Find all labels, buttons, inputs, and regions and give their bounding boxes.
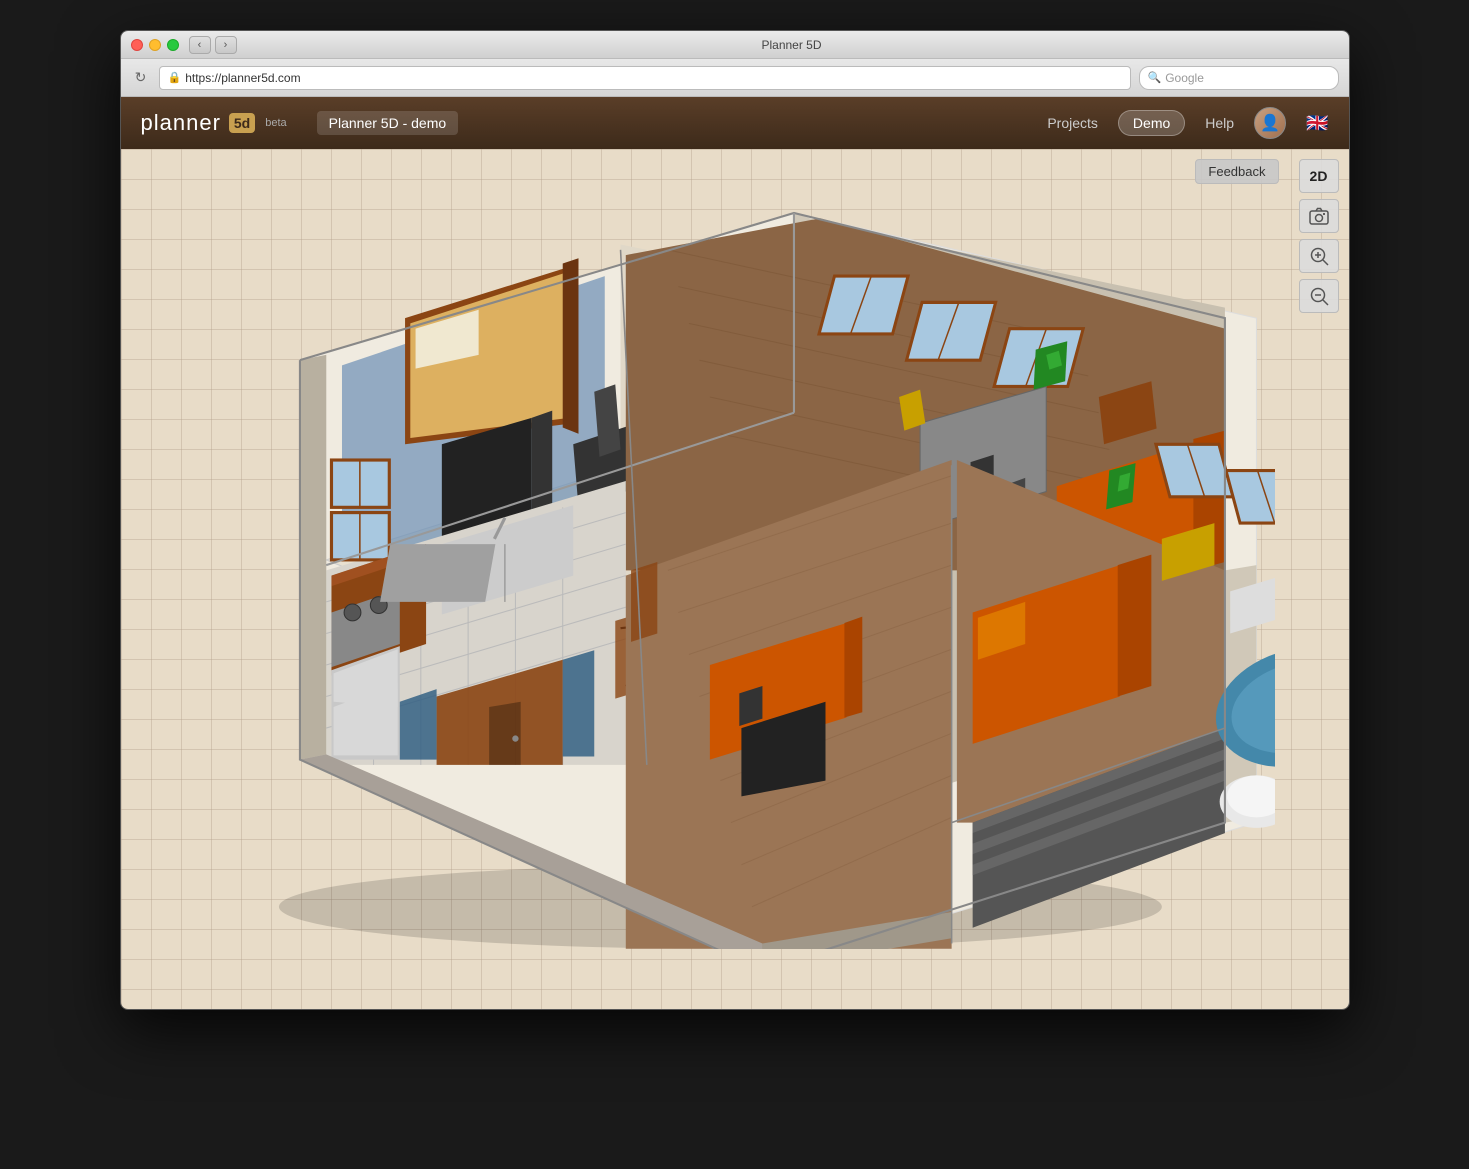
search-bar[interactable]: 🔍 Google xyxy=(1139,66,1339,90)
zoom-in-icon xyxy=(1309,246,1329,266)
browser-window: ‹ › Planner 5D ↻ 🔒 https://planner5d.com… xyxy=(120,30,1350,1010)
logo-text: planner xyxy=(141,110,221,136)
logo-box: 5d xyxy=(229,113,255,133)
zoom-out-button[interactable] xyxy=(1299,279,1339,313)
avatar[interactable]: 👤 xyxy=(1254,107,1286,139)
floor-plan-svg xyxy=(145,192,1275,949)
main-canvas: Feedback 2D xyxy=(121,149,1349,1009)
project-name[interactable]: Planner 5D - demo xyxy=(317,111,459,135)
title-bar-center: Planner 5D xyxy=(245,38,1339,52)
back-button[interactable]: ‹ xyxy=(189,36,211,54)
nav-buttons: ‹ › xyxy=(189,36,237,54)
lock-icon: 🔒 xyxy=(168,71,182,84)
nav-help[interactable]: Help xyxy=(1205,115,1234,131)
view-2d-button[interactable]: 2D xyxy=(1299,159,1339,193)
language-flag[interactable]: 🇬🇧 xyxy=(1306,113,1328,134)
zoom-in-button[interactable] xyxy=(1299,239,1339,273)
camera-icon xyxy=(1309,207,1329,225)
logo-area: planner 5d beta xyxy=(141,110,287,136)
window-title: Planner 5D xyxy=(761,38,821,52)
zoom-out-icon xyxy=(1309,286,1329,306)
browser-toolbar: ↻ 🔒 https://planner5d.com 🔍 Google xyxy=(121,59,1349,97)
right-toolbar: 2D xyxy=(1299,159,1339,313)
maximize-button[interactable] xyxy=(167,39,179,51)
close-button[interactable] xyxy=(131,39,143,51)
traffic-lights xyxy=(131,39,179,51)
nav-demo[interactable]: Demo xyxy=(1118,110,1185,136)
app-header: planner 5d beta Planner 5D - demo Projec… xyxy=(121,97,1349,149)
nav-projects[interactable]: Projects xyxy=(1047,115,1098,131)
header-nav: Projects Demo Help 👤 🇬🇧 xyxy=(1047,107,1328,139)
beta-tag: beta xyxy=(265,117,286,129)
minimize-button[interactable] xyxy=(149,39,161,51)
title-bar: ‹ › Planner 5D xyxy=(121,31,1349,59)
screenshot-button[interactable] xyxy=(1299,199,1339,233)
forward-button[interactable]: › xyxy=(215,36,237,54)
feedback-button[interactable]: Feedback xyxy=(1195,159,1278,184)
search-placeholder: Google xyxy=(1165,71,1204,85)
url-text: https://planner5d.com xyxy=(185,71,300,85)
floor-plan-container[interactable] xyxy=(145,192,1275,949)
reload-button[interactable]: ↻ xyxy=(131,68,151,88)
search-icon: 🔍 xyxy=(1148,71,1162,84)
address-bar[interactable]: 🔒 https://planner5d.com xyxy=(159,66,1131,90)
